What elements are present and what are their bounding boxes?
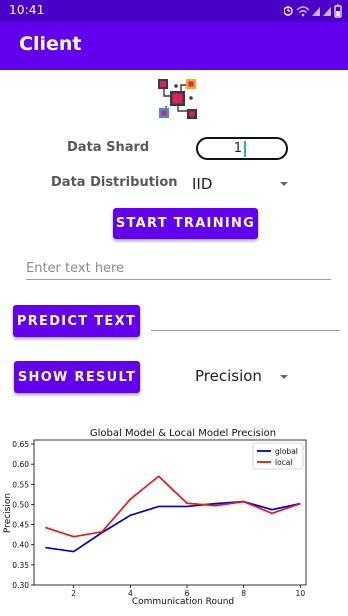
data-distribution-value: IID (192, 175, 213, 193)
status-icons (284, 4, 342, 18)
legend-label-global: global (275, 447, 298, 456)
y-tick-label: 0.40 (12, 541, 29, 550)
x-tick-label: 2 (71, 589, 76, 598)
chart-title: Global Model & Local Model Precision (90, 428, 276, 439)
dropdown-arrow-icon (280, 182, 288, 186)
y-axis-label: Precision (3, 493, 13, 533)
metric-spinner[interactable]: Precision (190, 362, 300, 392)
legend-label-local: local (275, 458, 292, 467)
x-axis-label: Communication Round (132, 597, 234, 607)
app-title: Client (19, 33, 82, 55)
status-bar: 10:41 (0, 0, 348, 22)
predict-text-button[interactable]: PREDICT TEXT (13, 305, 140, 337)
y-tick-label: 0.55 (12, 480, 29, 489)
y-tick-label: 0.50 (12, 500, 29, 509)
data-shard-value: 1 (233, 141, 242, 156)
status-time: 10:41 (9, 3, 45, 17)
federated-network-icon (158, 79, 197, 119)
show-result-button[interactable]: SHOW RESULT (14, 361, 140, 393)
text-caret (244, 141, 246, 157)
y-tick-label: 0.30 (12, 581, 29, 590)
data-shard-label: Data Shard (67, 140, 150, 155)
y-tick-label: 0.45 (12, 521, 29, 530)
x-tick-label: 10 (296, 589, 306, 598)
signal-icon (323, 7, 331, 16)
x-tick-label: 8 (241, 589, 246, 598)
y-tick-label: 0.60 (12, 460, 29, 469)
battery-icon (334, 4, 342, 18)
signal-icon (312, 7, 320, 16)
wifi-icon (296, 6, 310, 17)
start-training-button[interactable]: START TRAINING (113, 208, 258, 239)
data-distribution-label: Data Distribution (51, 175, 178, 190)
dropdown-arrow-icon (280, 375, 288, 379)
chart-legend: global local (252, 442, 304, 470)
y-tick-label: 0.65 (12, 440, 29, 449)
prediction-output-field (151, 330, 340, 331)
text-input[interactable] (26, 258, 331, 280)
app-bar: Client (0, 22, 348, 70)
y-tick-label: 0.35 (12, 561, 29, 570)
metric-value: Precision (195, 367, 262, 385)
data-distribution-spinner[interactable]: IID (187, 170, 297, 198)
alarm-icon (284, 6, 293, 16)
precision-chart: Global Model & Local Model Precision 0.3… (3, 428, 307, 607)
data-shard-input[interactable]: 1 (196, 137, 288, 160)
